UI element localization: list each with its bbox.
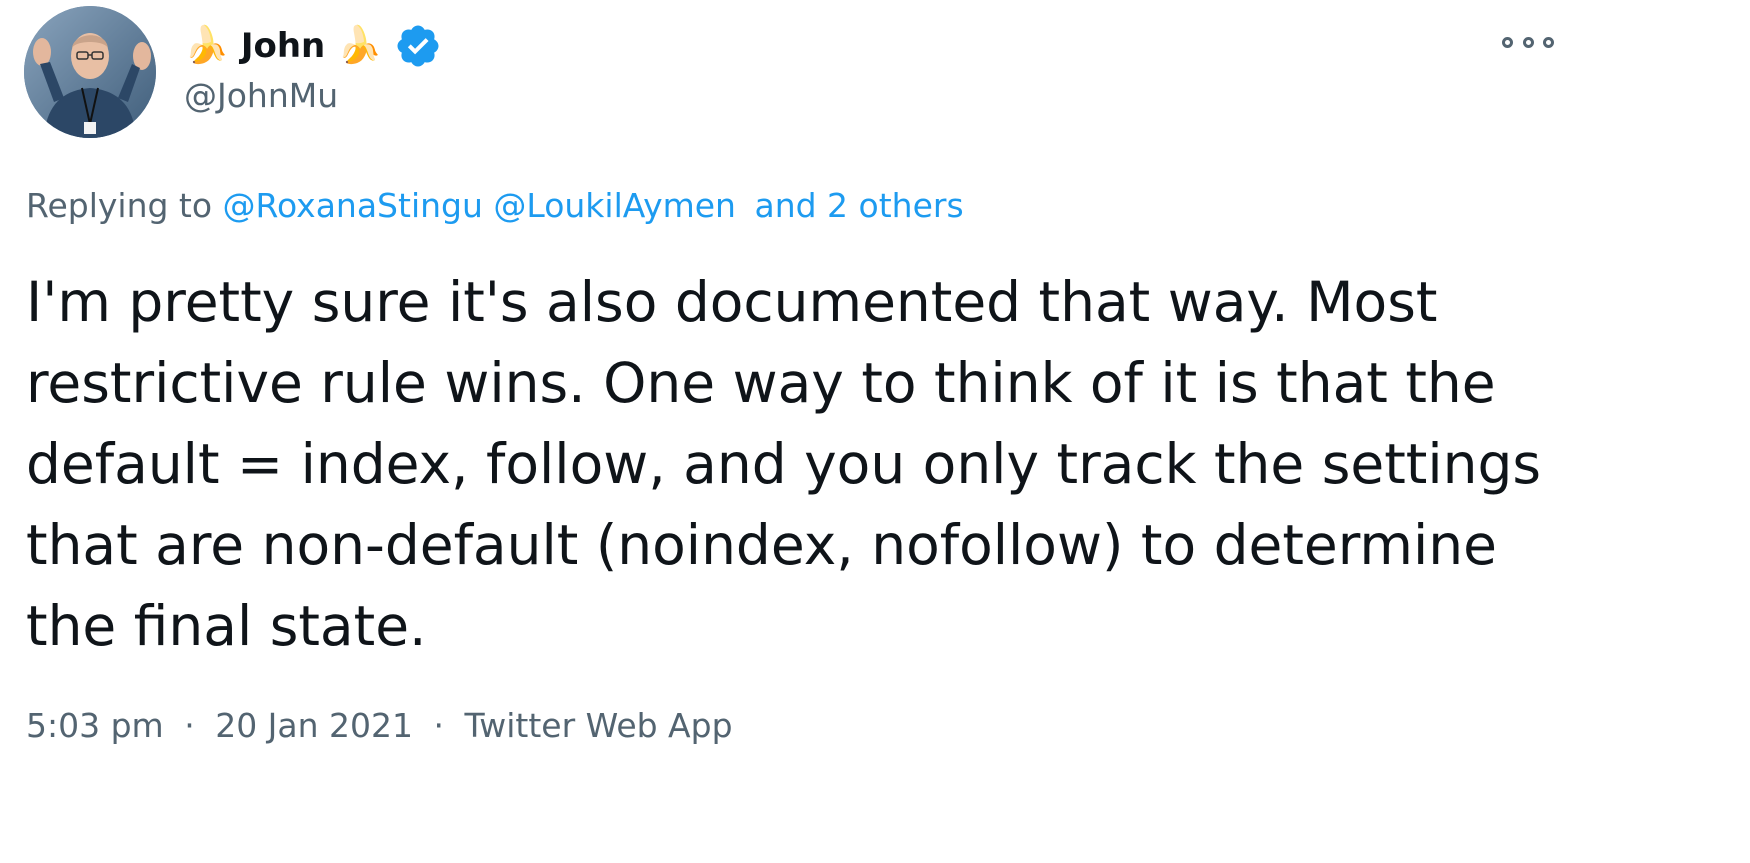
- author-name-row[interactable]: 🍌 John 🍌: [184, 18, 442, 74]
- replying-prefix: Replying to: [26, 186, 213, 225]
- tweet-meta: 5:03 pm · 20 Jan 2021 · Twitter Web App: [26, 706, 733, 745]
- author-display-name[interactable]: John: [241, 26, 325, 66]
- banana-emoji-icon: 🍌: [184, 25, 229, 66]
- tweet-date[interactable]: 20 Jan 2021: [215, 706, 413, 745]
- meta-separator: ·: [184, 706, 195, 745]
- mention-link[interactable]: @RoxanaStingu: [223, 186, 483, 225]
- mention-link[interactable]: @LoukilAymen: [493, 186, 736, 225]
- tweet-time[interactable]: 5:03 pm: [26, 706, 164, 745]
- others-link[interactable]: and 2 others: [754, 186, 963, 225]
- more-options-button[interactable]: [1502, 28, 1554, 56]
- verified-badge-icon: [397, 25, 439, 67]
- author-avatar[interactable]: [24, 6, 156, 138]
- tweet-text: I'm pretty sure it's also documented tha…: [26, 270, 1542, 658]
- more-dot-icon: [1522, 36, 1534, 48]
- author-handle[interactable]: @JohnMu: [184, 76, 442, 115]
- avatar-image: [24, 6, 156, 138]
- banana-emoji-icon: 🍌: [337, 25, 383, 66]
- replying-to-line: Replying to @RoxanaStingu @LoukilAymen a…: [26, 186, 964, 225]
- more-dot-icon: [1543, 36, 1554, 48]
- tweet-source[interactable]: Twitter Web App: [465, 706, 733, 745]
- author-info: 🍌 John 🍌 @JohnMu: [184, 18, 442, 128]
- more-dot-icon: [1502, 36, 1513, 48]
- meta-separator: ·: [433, 706, 445, 745]
- tweet-card: 🍌 John 🍌 @JohnMu Replying to @RoxanaStin…: [0, 0, 1750, 863]
